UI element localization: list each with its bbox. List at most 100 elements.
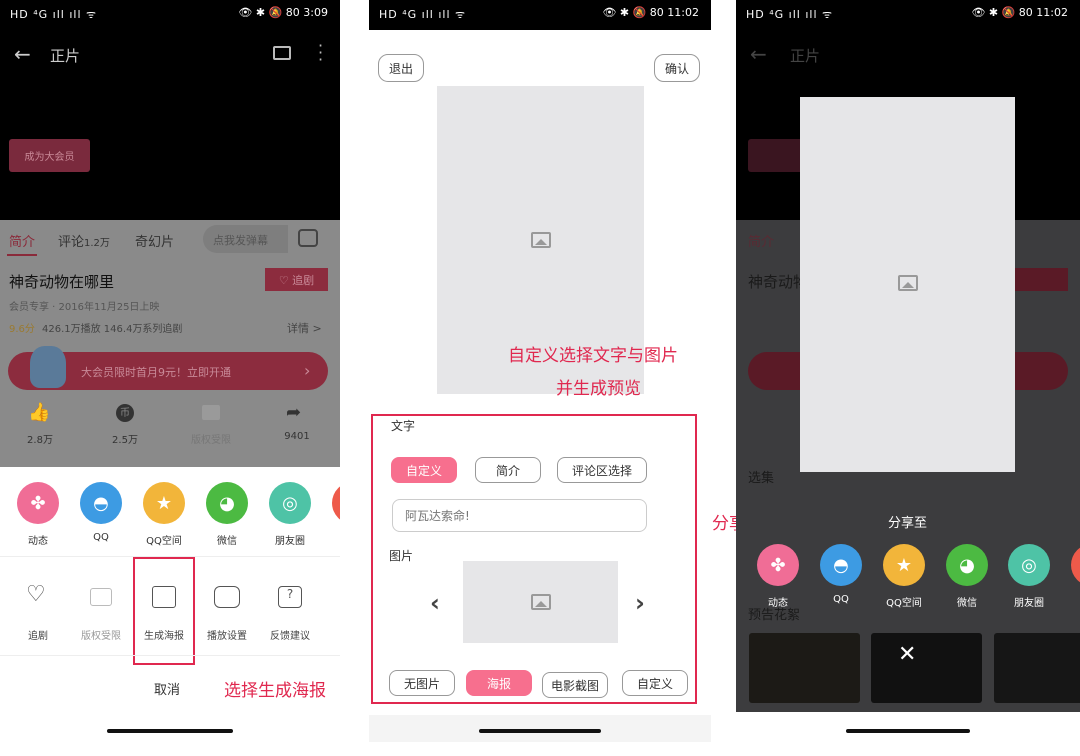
status-bar: HD ⁴G ıll ıll ᯤ 👁 ✱ 🔕 80 11:02 <box>369 0 711 28</box>
status-right: 👁 ✱ 🔕 80 11:02 <box>971 6 1068 19</box>
share-wechat[interactable]: ◕ <box>206 482 248 524</box>
share-icon[interactable]: ➦ <box>286 402 301 423</box>
custom-text-input[interactable] <box>392 499 647 532</box>
text-label: 文字 <box>391 419 416 433</box>
share-count: 9401 <box>284 431 310 442</box>
annotation-custom: 自定义选择文字与图片 <box>508 346 678 366</box>
share-title: 分享至 <box>888 516 928 531</box>
share-label: 朋友圈 <box>1014 598 1044 609</box>
image-icon[interactable] <box>152 586 176 608</box>
share-qzone[interactable]: ★ <box>143 482 185 524</box>
share-label: 微信 <box>217 536 237 547</box>
annotation-select-poster: 选择生成海报 <box>224 681 326 701</box>
next-image-arrow[interactable]: › <box>635 589 645 617</box>
settings-icon[interactable] <box>214 586 240 608</box>
home-indicator[interactable] <box>846 729 970 733</box>
share-dynamic[interactable]: ✤ <box>757 544 799 586</box>
vip-banner[interactable]: 大会员限时首月9元！立即开通 › <box>8 346 328 390</box>
like-icon[interactable]: 👍 <box>28 402 50 423</box>
tool-label: 反馈建议 <box>270 631 310 642</box>
vip-button[interactable]: 成为大会员 <box>9 139 90 172</box>
prev-image-arrow[interactable]: ‹ <box>430 589 440 617</box>
tab-comments-count: 1.2万 <box>84 238 110 249</box>
image-placeholder-icon <box>530 232 551 248</box>
danmaku-input[interactable]: 点我发弹幕 <box>203 225 288 253</box>
mascot-icon <box>30 346 66 388</box>
tab-intro[interactable]: 简介 <box>9 231 35 250</box>
share-wechat[interactable]: ◕ <box>946 544 988 586</box>
tab-genre[interactable]: 奇幻片 <box>135 231 174 250</box>
follow-button[interactable]: ♡ 追剧 <box>265 268 328 291</box>
share-dynamic[interactable]: ✤ <box>17 482 59 524</box>
status-left: HD ⁴G ıll ıll ᯤ <box>746 8 834 21</box>
text-option-custom[interactable]: 自定义 <box>391 457 457 483</box>
share-label: QQ <box>833 594 849 605</box>
back-icon[interactable]: ← <box>750 42 767 66</box>
tool-label: 追剧 <box>28 631 48 642</box>
share-qq[interactable]: ◓ <box>80 482 122 524</box>
share-label: QQ空间 <box>886 598 922 609</box>
status-right: 👁 ✱ 🔕 80 3:09 <box>238 6 328 19</box>
generate-poster-button[interactable] <box>133 557 195 665</box>
trailer-thumb <box>871 633 982 703</box>
details-link[interactable]: 详情 > <box>287 320 322 336</box>
movie-stats: 426.1万播放 146.4万系列追剧 <box>42 324 183 335</box>
text-option-intro[interactable]: 简介 <box>475 457 541 483</box>
home-indicator[interactable] <box>479 729 601 733</box>
share-label: 微信 <box>957 598 977 609</box>
home-indicator[interactable] <box>107 729 233 733</box>
share-qzone[interactable]: ★ <box>883 544 925 586</box>
panel-poster-editor: HD ⁴G ıll ıll ᯤ 👁 ✱ 🔕 80 11:02 退出 确认 文字 自… <box>369 0 711 742</box>
confirm-button[interactable]: 确认 <box>654 54 700 82</box>
tab-intro: 简介 <box>748 235 775 250</box>
status-left: HD ⁴G ıll ıll ᯤ <box>379 8 467 21</box>
danmaku-toggle-icon[interactable] <box>298 229 318 247</box>
movie-score: 9.6分 <box>9 324 35 335</box>
feedback-icon[interactable]: ? <box>278 586 302 608</box>
vip-banner-text: 大会员限时首月9元！立即开通 <box>81 366 231 379</box>
coin-count: 2.5万 <box>112 435 138 446</box>
status-bar: HD ⁴G ıll ıll ᯤ 👁 ✱ 🔕 80 11:02 <box>736 0 1080 28</box>
share-label: 动态 <box>28 536 48 547</box>
episodes-heading: 选集 <box>748 471 775 486</box>
image-placeholder-icon <box>897 275 918 291</box>
heart-icon[interactable]: ♡ <box>26 582 46 607</box>
panel-share-menu: HD ⁴G ıll ıll ᯤ 👁 ✱ 🔕 80 3:09 ← 正片 · · · 成为… <box>0 0 340 742</box>
panel-share-poster: HD ⁴G ıll ıll ᯤ👁 ✱ 🔕 80 11:02 ← 正片 简介 神奇… <box>736 0 1080 742</box>
share-moments[interactable]: ◎ <box>1008 544 1050 586</box>
status-bar: HD ⁴G ıll ıll ᯤ 👁 ✱ 🔕 80 3:09 <box>0 0 340 28</box>
share-label: QQ空间 <box>146 536 182 547</box>
chevron-right-icon: › <box>304 361 311 380</box>
tab-comments[interactable]: 评论1.2万 <box>58 231 110 250</box>
generated-poster <box>800 97 1015 472</box>
image-label: 图片 <box>389 549 414 563</box>
image-option-custom[interactable]: 自定义 <box>622 670 688 696</box>
tool-label: 生成海报 <box>144 631 184 642</box>
back-icon[interactable]: ← <box>14 42 31 66</box>
download-icon <box>202 405 220 420</box>
more-icon[interactable]: · · · <box>318 38 323 68</box>
share-label: 朋友圈 <box>275 536 305 547</box>
cancel-button[interactable]: 取消 <box>154 679 180 698</box>
image-option-none[interactable]: 无图片 <box>389 670 455 696</box>
status-left: HD ⁴G ıll ıll ᯤ <box>10 8 98 21</box>
download-icon <box>90 588 112 606</box>
image-option-poster[interactable]: 海报 <box>466 670 532 696</box>
share-moments[interactable]: ◎ <box>269 482 311 524</box>
status-right: 👁 ✱ 🔕 80 11:02 <box>602 6 699 19</box>
coin-icon[interactable]: 币 <box>116 404 134 422</box>
trailer-thumb <box>749 633 860 703</box>
share-qq[interactable]: ◓ <box>820 544 862 586</box>
share-more[interactable] <box>1071 544 1080 586</box>
exit-button[interactable]: 退出 <box>378 54 424 82</box>
movie-title: 神奇动物在哪里 <box>9 273 115 291</box>
image-option-screenshot[interactable]: 电影截图 <box>542 672 608 698</box>
annotation-preview: 并生成预览 <box>556 379 641 399</box>
share-label: QQ <box>93 532 109 543</box>
text-option-comments[interactable]: 评论区选择 <box>557 457 647 483</box>
like-count: 2.8万 <box>27 435 53 446</box>
close-icon[interactable]: ✕ <box>898 642 916 667</box>
cast-icon[interactable] <box>273 46 291 60</box>
tab-comments-label: 评论 <box>58 235 85 250</box>
tool-label: 版权受限 <box>81 631 121 642</box>
